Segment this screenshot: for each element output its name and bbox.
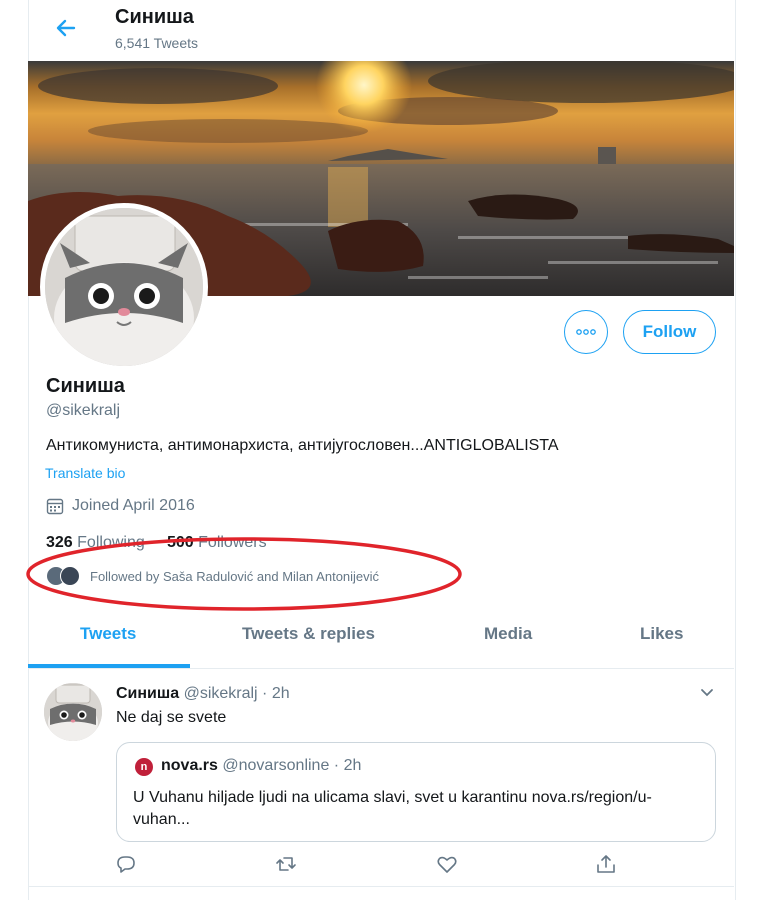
quoted-tweet[interactable]: n nova.rs @novarsonline · 2h U Vuhanu hi…: [116, 742, 716, 842]
following-label: Following: [77, 534, 145, 551]
retweet-icon[interactable]: [274, 852, 298, 876]
followers-label: Followers: [198, 534, 267, 551]
quoted-tweet-header: nova.rs @novarsonline · 2h: [161, 757, 362, 774]
joined-date: Joined April 2016: [46, 497, 195, 515]
tweet-handle[interactable]: @sikekralj: [184, 685, 258, 702]
calendar-icon: [46, 498, 64, 515]
header-name: Синиша: [115, 6, 194, 28]
quoted-text: U Vuhanu hiljade ljudi na ulicama slavi,…: [133, 789, 652, 828]
joined-text: Joined April 2016: [72, 497, 195, 514]
quoted-time: 2h: [343, 757, 362, 774]
share-icon[interactable]: [594, 852, 618, 876]
follow-button[interactable]: Follow: [623, 310, 716, 354]
tab-tweets-replies[interactable]: Tweets & replies: [242, 624, 375, 644]
tweet-text: Ne daj se svete: [116, 709, 227, 726]
arrow-left-icon[interactable]: [52, 14, 80, 42]
profile-avatar[interactable]: [40, 203, 208, 371]
profile-handle: @sikekralj: [46, 402, 121, 419]
tab-likes[interactable]: Likes: [640, 624, 683, 644]
quoted-author: nova.rs: [161, 757, 218, 774]
followers-count: 500: [166, 534, 194, 551]
following-count: 326: [46, 534, 73, 551]
tweet-avatar[interactable]: [44, 683, 102, 741]
more-dots-icon: [576, 329, 596, 335]
profile-name: Синиша: [46, 375, 125, 397]
nova-logo-icon: n: [135, 758, 153, 776]
quoted-handle: @novarsonline: [222, 757, 330, 774]
followed-by-text: Followed by Saša Radulović and Milan Ant…: [90, 568, 380, 584]
profile-bio: Антикомуниста, антимонархиста, антијугос…: [46, 437, 559, 454]
followed-by[interactable]: Followed by Saša Radulović and Milan Ant…: [46, 566, 379, 586]
more-options-button[interactable]: [564, 310, 608, 354]
divider: [28, 886, 734, 887]
tweet-time[interactable]: 2h: [272, 685, 290, 702]
follower-avatar: [60, 566, 80, 586]
tweet-author[interactable]: Синиша: [116, 685, 179, 702]
profile-tabs: Tweets Tweets & replies Media Likes: [28, 610, 734, 669]
active-tab-indicator: [28, 664, 190, 668]
following-link[interactable]: 326 Following: [46, 534, 145, 551]
followers-link[interactable]: 500 Followers: [167, 534, 267, 551]
chevron-down-icon[interactable]: [697, 682, 717, 702]
tab-media[interactable]: Media: [484, 624, 532, 644]
reply-icon[interactable]: [114, 852, 138, 876]
header-tweet-count: 6,541 Tweets: [115, 35, 199, 51]
like-icon[interactable]: [435, 852, 459, 876]
translate-bio-link[interactable]: Translate bio: [45, 465, 125, 481]
tab-tweets[interactable]: Tweets: [80, 624, 136, 644]
tweet-header: Синиша @sikekralj · 2h: [116, 685, 290, 702]
follow-counts: 326 Following 500 Followers: [46, 534, 267, 552]
